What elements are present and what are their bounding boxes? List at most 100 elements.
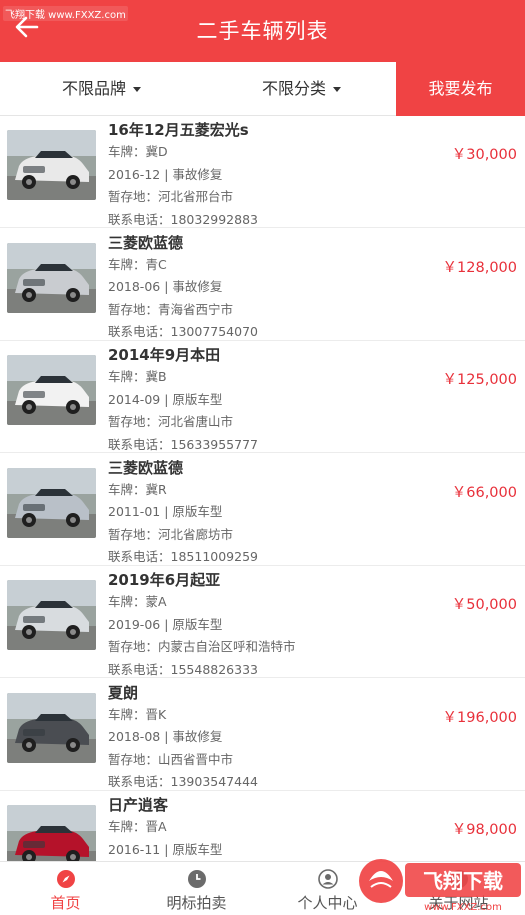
tab-label: 明标拍卖 <box>166 894 227 912</box>
location-label: 暂存地： <box>108 414 159 429</box>
car-location: 青海省西宁市 <box>158 301 234 317</box>
top-header: 飞翔下载 www.FXXZ.com 二手车辆列表 <box>0 0 525 62</box>
car-plate-line: 车牌：晋K <box>108 704 258 727</box>
location-label: 暂存地： <box>108 639 159 654</box>
car-location-line: 暂存地：河北省廊坊市 <box>108 524 258 547</box>
car-plate: 蒙A <box>145 594 167 609</box>
car-date-line: 2019-06 | 原版车型 <box>108 616 223 632</box>
brand-filter-dropdown[interactable]: 不限品牌 <box>62 62 142 116</box>
car-photo <box>7 355 96 425</box>
car-date: 2018-06 <box>108 279 161 294</box>
car-list-item[interactable]: 夏朗 车牌：晋K 2018-08 | 事故修复 暂存地：山西省晋中市 联系电话：… <box>0 678 525 794</box>
brand-filter-label: 不限品牌 <box>62 79 127 98</box>
car-list-item[interactable]: 三菱欧蓝德 车牌：冀R 2011-01 | 原版车型 暂存地：河北省廊坊市 联系… <box>0 453 525 569</box>
car-phone[interactable]: 18032992883 <box>171 212 258 227</box>
car-name: 日产逍客 <box>108 796 169 814</box>
plate-label: 车牌： <box>108 369 146 384</box>
car-condition: 事故修复 <box>172 166 223 182</box>
car-phone[interactable]: 18511009259 <box>171 549 258 564</box>
car-name: 三菱欧蓝德 <box>108 458 184 477</box>
car-plate-line: 车牌：冀B <box>108 366 258 389</box>
car-plate: 晋K <box>145 706 167 722</box>
car-info: 日产逍客 车牌：晋A 2016-11 | 原版车型 暂存地： 联系电话： <box>108 794 222 861</box>
tab-home[interactable]: 首页 <box>0 862 131 915</box>
location-label: 暂存地： <box>108 301 159 317</box>
car-date-line: 2018-08 | 事故修复 <box>108 729 223 744</box>
car-list: 16年12月五菱宏光s 车牌：冀D 2016-12 | 事故修复 暂存地：河北省… <box>0 116 525 861</box>
publish-button[interactable]: 我要发布 <box>396 62 525 116</box>
car-name: 2019年6月起亚 <box>108 571 221 589</box>
car-price: ￥98,000 <box>451 822 517 838</box>
location-label: 暂存地： <box>108 189 159 204</box>
location-label: 暂存地： <box>108 526 159 542</box>
site-logo-text: 飞翔下载 <box>423 869 503 893</box>
car-date-line: 2016-12 | 事故修复 <box>108 166 223 182</box>
phone-label: 联系电话： <box>108 661 171 677</box>
car-info: 夏朗 车牌：晋K 2018-08 | 事故修复 暂存地：山西省晋中市 联系电话：… <box>108 682 258 794</box>
plate-label: 车牌： <box>108 819 146 834</box>
car-plate: 冀R <box>145 481 167 497</box>
page-title: 二手车辆列表 <box>196 19 329 43</box>
phone-label: 联系电话： <box>108 549 171 564</box>
car-price: ￥128,000 <box>442 259 517 276</box>
car-location-line: 暂存地：河北省邢台市 <box>108 186 258 209</box>
car-phone[interactable]: 13903547444 <box>171 774 258 789</box>
car-location-line: 暂存地：河北省唐山市 <box>108 411 258 434</box>
site-logo-watermark: 飞翔下载 www.FXXZ.com <box>359 859 521 913</box>
car-list-item[interactable]: 2014年9月本田 车牌：冀B 2014-09 | 原版车型 暂存地：河北省唐山… <box>0 341 525 453</box>
car-plate-line: 车牌：晋A <box>108 816 222 839</box>
car-price: ￥125,000 <box>442 372 517 388</box>
car-date-line: 2018-06 | 事故修复 <box>108 279 223 294</box>
car-location-line: 暂存地：内蒙古自治区呼和浩特市 <box>108 636 296 659</box>
phone-label: 联系电话： <box>108 436 171 452</box>
car-phone[interactable]: 15633955777 <box>171 437 258 452</box>
phone-label: 联系电话： <box>108 774 171 789</box>
car-info: 三菱欧蓝德 车牌：冀R 2011-01 | 原版车型 暂存地：河北省廊坊市 联系… <box>108 457 258 569</box>
plate-label: 车牌： <box>108 256 146 272</box>
car-plate-line: 车牌：蒙A <box>108 591 296 614</box>
car-list-item[interactable]: 2019年6月起亚 车牌：蒙A 2019-06 | 原版车型 暂存地：内蒙古自治… <box>0 566 525 678</box>
car-info: 16年12月五菱宏光s 车牌：冀D 2016-12 | 事故修复 暂存地：河北省… <box>108 119 258 231</box>
car-phone[interactable]: 13007754070 <box>171 324 258 339</box>
tab-auction[interactable]: 明标拍卖 <box>131 862 262 915</box>
car-phone[interactable]: 15548826333 <box>171 662 258 677</box>
car-plate: 青C <box>145 256 167 272</box>
car-location: 河北省唐山市 <box>158 414 234 429</box>
category-filter-dropdown[interactable]: 不限分类 <box>262 62 342 116</box>
car-condition: 事故修复 <box>172 729 223 744</box>
caret-down-icon <box>133 87 142 92</box>
site-logo-url: www.FXXZ.com <box>424 902 502 913</box>
tab-label: 首页 <box>50 894 81 912</box>
car-location: 山西省晋中市 <box>158 751 234 767</box>
car-photo <box>7 692 96 763</box>
car-location: 河北省廊坊市 <box>158 526 234 542</box>
plate-label: 车牌： <box>108 594 146 609</box>
car-date: 2018-08 <box>108 729 161 744</box>
car-plate-line: 车牌：冀R <box>108 479 258 502</box>
car-plate-line: 车牌：冀D <box>108 141 258 164</box>
plate-label: 车牌： <box>108 706 146 722</box>
car-date-line: 2011-01 | 原版车型 <box>108 504 223 519</box>
car-name: 2014年9月本田 <box>108 346 221 364</box>
car-location-line: 暂存地：青海省西宁市 <box>108 299 258 322</box>
category-filter-label: 不限分类 <box>262 79 327 98</box>
car-photo <box>7 805 96 861</box>
caret-down-icon <box>333 87 342 92</box>
car-condition: 原版车型 <box>172 616 223 632</box>
user-icon <box>317 869 338 889</box>
car-name: 夏朗 <box>108 683 139 702</box>
car-date-line: 2014-09 | 原版车型 <box>108 391 223 407</box>
car-photo <box>7 242 96 313</box>
car-condition: 事故修复 <box>172 279 223 294</box>
car-info: 2019年6月起亚 车牌：蒙A 2019-06 | 原版车型 暂存地：内蒙古自治… <box>108 569 296 681</box>
car-date: 2016-12 <box>108 166 161 182</box>
car-name: 三菱欧蓝德 <box>108 233 184 252</box>
clock-icon <box>187 870 206 888</box>
car-plate: 冀B <box>145 369 167 384</box>
plate-label: 车牌： <box>108 144 146 159</box>
car-list-item[interactable]: 三菱欧蓝德 车牌：青C 2018-06 | 事故修复 暂存地：青海省西宁市 联系… <box>0 228 525 341</box>
plate-label: 车牌： <box>108 481 146 497</box>
car-date: 2014-09 <box>108 391 161 407</box>
car-list-item[interactable]: 16年12月五菱宏光s 车牌：冀D 2016-12 | 事故修复 暂存地：河北省… <box>0 116 525 228</box>
car-photo <box>7 130 96 200</box>
